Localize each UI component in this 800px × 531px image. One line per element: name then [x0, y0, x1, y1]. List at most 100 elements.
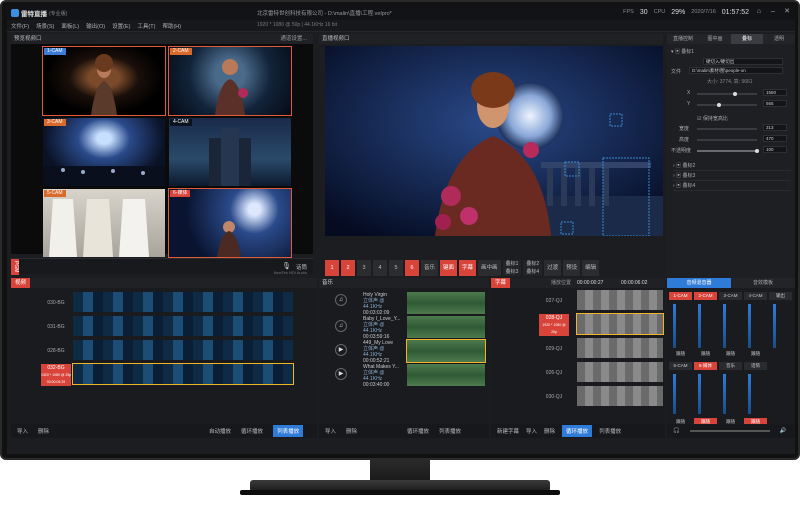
video-clip-row[interactable]: 031-BG — [11, 316, 317, 338]
tab-audio-mixer[interactable]: 音频混音器 — [667, 278, 731, 288]
preset-button[interactable]: 预设 — [563, 260, 581, 276]
subtitle-delete-button[interactable]: 删除 — [544, 427, 555, 435]
cam-4-preview[interactable]: 4-CAM — [169, 118, 291, 186]
subtitle-clip-row[interactable]: 027-QJ — [491, 290, 665, 312]
song-item[interactable]: What Makes Y... 立体声 @ 44.1KHz 00:03:40:0… — [363, 364, 405, 388]
menu-panel[interactable]: 面板(L) — [61, 22, 79, 30]
file-path-field[interactable]: D:\malin\素材\图\people-on — [689, 67, 783, 74]
cam-1-preview[interactable]: 1-CAM — [42, 46, 166, 116]
video-clip-row-selected[interactable]: 032-BG 1920 * 1080 @ 25p 00:00:04:29 — [11, 363, 317, 386]
y-value-field[interactable]: 565 — [763, 100, 787, 107]
overlay-1-button[interactable]: 叠标1 — [502, 260, 522, 268]
video-clip-strip[interactable] — [73, 292, 293, 312]
song-waveform[interactable] — [407, 364, 485, 386]
song-item-selected[interactable]: 449_My Love 立体声 @ 44.1KHz 00:00:52:21 — [363, 340, 405, 364]
layer-item-4[interactable]: › ▣ 叠标4 — [673, 182, 791, 191]
subtitle-list-play-button[interactable]: 列表播放 — [599, 427, 621, 435]
channel-settings-link[interactable]: 通道设置... — [280, 34, 307, 44]
music-loop-button[interactable]: 循环播放 — [407, 427, 429, 435]
tab-overlay[interactable]: 叠标 — [731, 34, 763, 44]
layer-header[interactable]: ▾ ▣ 叠标1 — [671, 48, 694, 55]
autoplay-button[interactable]: 自动播放 — [209, 427, 231, 435]
channel-6-media[interactable]: 6-媒体 — [694, 362, 717, 370]
x-slider[interactable] — [697, 93, 757, 95]
x-slider-knob[interactable] — [733, 92, 737, 96]
headphone-icon[interactable]: 🎧 — [673, 428, 680, 434]
menu-file[interactable]: 文件(F) — [11, 22, 29, 30]
subtitle-loop-button[interactable]: 循环播放 — [562, 425, 593, 437]
subtitle-clip-row[interactable]: 030-QJ — [491, 386, 665, 408]
edit-button[interactable]: 编辑 — [582, 260, 600, 276]
subtitle-clip-strip[interactable] — [577, 290, 663, 310]
menu-tools[interactable]: 工具(T) — [137, 22, 155, 30]
song-waveform[interactable] — [407, 292, 485, 314]
play-icon[interactable]: ▶ — [335, 344, 347, 356]
overlay-2-button[interactable]: 叠标2 — [523, 260, 543, 268]
new-subtitle-button[interactable]: 新建字幕 — [497, 427, 519, 435]
pgm-button-4[interactable]: 4 — [373, 260, 387, 276]
channel-4-cam[interactable]: 4-CAM — [744, 292, 767, 300]
import-button[interactable]: 导入 — [17, 427, 28, 435]
home-icon[interactable]: ⌂ — [755, 8, 763, 16]
delete-button[interactable]: 删除 — [38, 427, 49, 435]
subtitle-clip-strip[interactable] — [577, 386, 663, 406]
menu-help[interactable]: 帮助(H) — [162, 22, 181, 30]
pgm-button-3[interactable]: 3 — [357, 260, 371, 276]
loop-button[interactable]: 循环播放 — [241, 427, 263, 435]
overlay-3-button[interactable]: 叠标3 — [502, 268, 522, 276]
channel-1-cam[interactable]: 1-CAM — [669, 292, 692, 300]
x-value-field[interactable]: 1550 — [763, 89, 787, 96]
close-icon[interactable]: ✕ — [783, 8, 791, 16]
pgm-button-1[interactable]: 1 — [325, 260, 339, 276]
microphone-icon[interactable]: 🎙 — [282, 262, 291, 270]
video-clip-row[interactable]: 030-BG — [11, 292, 317, 314]
height-slider[interactable] — [697, 139, 757, 141]
tab-pip[interactable]: 图中画 — [699, 34, 731, 44]
follow-label[interactable]: 跟随 — [719, 350, 742, 358]
subtitle-clip-strip[interactable] — [577, 338, 663, 358]
menu-settings[interactable]: 设置(E) — [112, 22, 130, 30]
pgm-button-6[interactable]: 6 — [405, 260, 419, 276]
list-play-button[interactable]: 列表播放 — [273, 425, 304, 437]
video-clip-row[interactable]: 028-BG — [11, 340, 317, 362]
pgm-tab[interactable]: PGM — [11, 259, 19, 275]
play-icon[interactable]: ▶ — [335, 368, 347, 380]
video-clip-strip[interactable] — [73, 316, 293, 336]
layer-item-3[interactable]: › ▣ 叠标3 — [673, 172, 791, 181]
subtitle-clip-row[interactable]: 026-QJ — [491, 362, 665, 384]
song-waveform[interactable] — [407, 316, 485, 338]
tab-audio-templates[interactable]: 音效模板 — [731, 278, 795, 288]
pip-button[interactable]: 画中画 — [478, 260, 501, 276]
channel-music[interactable]: 音乐 — [719, 362, 742, 370]
subtitle-button[interactable]: 字幕 — [459, 260, 477, 276]
speaker-icon[interactable]: 🔊 — [780, 428, 787, 434]
pgm-button-5[interactable]: 5 — [389, 260, 403, 276]
follow-label[interactable]: 跟随 — [744, 350, 767, 358]
pgm-button-2[interactable]: 2 — [341, 260, 355, 276]
opacity-value-field[interactable]: 100 — [763, 146, 787, 153]
width-slider[interactable] — [697, 128, 757, 130]
minimize-icon[interactable]: – — [769, 8, 777, 16]
video-clip-strip-selected[interactable] — [72, 363, 294, 385]
subtitle-clip-strip[interactable] — [577, 362, 663, 382]
subtitle-clip-strip-selected[interactable] — [576, 313, 664, 335]
overlay-4-button[interactable]: 叠标4 — [523, 268, 543, 276]
y-slider-knob[interactable] — [717, 103, 721, 107]
subtitle-clip-row-selected[interactable]: 028-QJ 1920 * 1080 @ 25p — [491, 313, 665, 336]
program-output[interactable] — [325, 46, 663, 236]
y-slider[interactable] — [697, 104, 757, 106]
opacity-slider-knob[interactable] — [755, 149, 759, 153]
video-clip-strip[interactable] — [73, 340, 293, 360]
song-item[interactable]: Holy Virgin 立体声 @ 44.1KHz 00:03:02:09 — [363, 292, 405, 316]
music-delete-button[interactable]: 删除 — [346, 427, 357, 435]
menu-output[interactable]: 输出(O) — [86, 22, 105, 30]
subtitle-clip-row[interactable]: 029-QJ — [491, 338, 665, 360]
cam-6-preview[interactable]: 6-媒体 — [168, 188, 292, 258]
channel-mic[interactable]: 话筒 — [744, 362, 767, 370]
music-list-play-button[interactable]: 列表播放 — [439, 427, 461, 435]
channel-3-cam[interactable]: 3-CAM — [719, 292, 742, 300]
width-value-field[interactable]: 313 — [763, 124, 787, 131]
tab-transparency[interactable]: 透明 — [763, 34, 795, 44]
menu-scene[interactable]: 场景(S) — [36, 22, 54, 30]
subtitle-import-button[interactable]: 导入 — [526, 427, 537, 435]
